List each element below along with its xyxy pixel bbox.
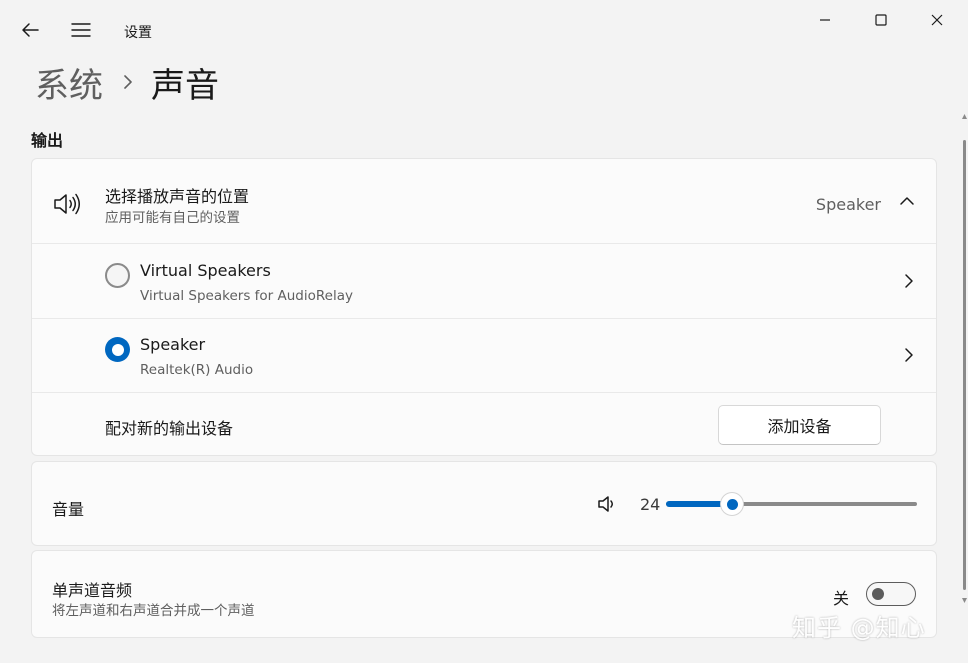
hamburger-icon [71,23,91,37]
maximize-icon [875,14,887,26]
minimize-button[interactable] [802,4,848,36]
scrollbar-thumb[interactable] [963,140,966,590]
speaker-volume-icon [54,193,80,215]
breadcrumb-separator-icon [123,74,133,90]
chevron-right-icon[interactable] [904,347,914,363]
arrow-left-icon [22,23,39,37]
volume-card: 音量 24 [31,461,937,546]
pair-output-label: 配对新的输出设备 [105,419,234,438]
output-device-row-speaker[interactable]: Speaker Realtek(R) Audio [32,318,936,392]
title-bar: 设置 [0,0,968,60]
output-card: 选择播放声音的位置 应用可能有自己的设置 Speaker Virtual Spe… [31,158,937,456]
pair-output-device-row: 配对新的输出设备 添加设备 [32,392,936,455]
scroll-up-arrow-icon[interactable] [962,114,967,120]
close-button[interactable] [914,4,960,36]
add-device-button[interactable]: 添加设备 [718,405,881,445]
section-title-output: 输出 [31,131,64,150]
page-title: 声音 [151,65,219,106]
device-name: Virtual Speakers [140,261,271,280]
mono-audio-state: 关 [833,589,850,608]
mono-audio-subtitle: 将左声道和右声道合并成一个声道 [52,603,255,619]
choose-output-row[interactable]: 选择播放声音的位置 应用可能有自己的设置 Speaker [32,159,936,243]
breadcrumb-parent-link[interactable]: 系统 [35,58,103,107]
maximize-button[interactable] [858,4,904,36]
app-title: 设置 [124,25,152,41]
chevron-right-icon[interactable] [904,273,914,289]
navigation-menu-button[interactable] [65,14,97,46]
radio-speaker[interactable] [105,337,130,362]
radio-virtual-speakers[interactable] [105,263,130,288]
toggle-knob [872,588,884,600]
speaker-mute-toggle-icon[interactable] [597,495,617,513]
scroll-down-arrow-icon[interactable] [962,598,967,604]
device-description: Virtual Speakers for AudioRelay [140,288,353,304]
mono-audio-toggle[interactable] [866,582,916,606]
device-description: Realtek(R) Audio [140,362,254,378]
volume-label: 音量 [52,500,85,519]
chevron-up-icon[interactable] [899,195,915,207]
choose-output-title: 选择播放声音的位置 [105,187,250,206]
minimize-icon [820,19,830,21]
back-button[interactable] [14,14,46,46]
watermark: 知乎 @知心 [792,614,926,642]
choose-output-subtitle: 应用可能有自己的设置 [105,210,240,226]
volume-value: 24 [640,495,661,514]
slider-thumb[interactable] [721,493,744,515]
close-icon [931,14,943,26]
device-name: Speaker [140,335,206,354]
mono-audio-title: 单声道音频 [52,581,133,600]
breadcrumb: 系统 声音 [35,58,219,106]
output-device-row-virtual-speakers[interactable]: Virtual Speakers Virtual Speakers for Au… [32,243,936,318]
selected-output-device: Speaker [815,195,881,214]
volume-slider[interactable] [666,493,917,515]
